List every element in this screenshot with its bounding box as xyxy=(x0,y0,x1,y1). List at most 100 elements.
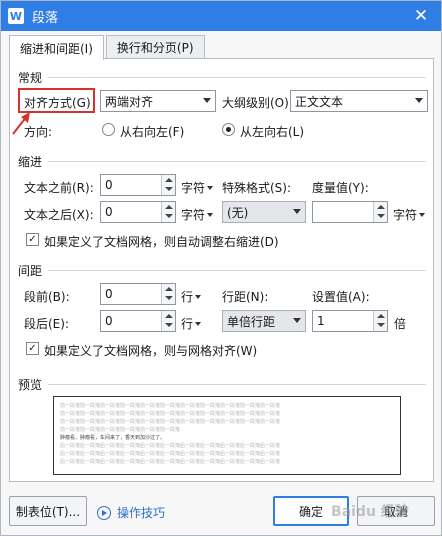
space-after-spinner[interactable]: 0 xyxy=(100,310,176,332)
outline-level-label: 大纲级别(O): xyxy=(222,96,293,110)
arrow-down-icon xyxy=(377,323,385,327)
spinner-buttons[interactable] xyxy=(161,202,175,222)
indent-after-unit[interactable]: 字符 xyxy=(181,206,214,223)
indent-after-label: 文本之后(X): xyxy=(24,208,94,222)
snap-to-grid-label: 如果定义了文档网格，则与网格对齐(W) xyxy=(44,344,258,358)
space-before-unit[interactable]: 行 xyxy=(181,288,202,305)
chevron-down-icon xyxy=(419,212,426,217)
line-spacing-label: 行距(N): xyxy=(222,290,269,304)
special-format-value: (无) xyxy=(227,205,249,220)
spinner-buttons[interactable] xyxy=(161,284,175,304)
paragraph-dialog: W 段落 ✕ 缩进和间距(I) 换行和分页(P) 常规 对齐方式(G) 两端对齐… xyxy=(0,0,442,536)
indent-divider xyxy=(48,161,426,162)
space-after-unit-text: 行 xyxy=(181,317,194,331)
ltr-radio[interactable] xyxy=(222,123,235,136)
spacing-divider xyxy=(48,270,426,271)
special-format-label: 特殊格式(S): xyxy=(222,181,292,195)
preview-pane: 前一段落前一段落前一段落前一段落前一段落前一段落前一段落前一段落前一段落前一段落… xyxy=(53,396,401,475)
preview-divider xyxy=(48,384,426,385)
direction-label: 方向: xyxy=(24,125,53,139)
arrow-down-icon xyxy=(165,296,173,300)
indent-before-label: 文本之前(R): xyxy=(24,181,94,195)
arrow-down-icon xyxy=(165,323,173,327)
indent-after-unit-text: 字符 xyxy=(181,208,206,222)
snap-to-grid-checkbox[interactable]: ✓ xyxy=(26,342,39,355)
space-before-value: 0 xyxy=(105,287,113,301)
space-before-label: 段前(B): xyxy=(24,290,70,304)
rtl-radio[interactable] xyxy=(102,123,115,136)
setting-value-spinner[interactable]: 1 xyxy=(312,310,388,332)
arrow-up-icon xyxy=(377,205,385,209)
indent-before-value: 0 xyxy=(105,178,113,192)
wps-writer-icon: W xyxy=(8,8,24,24)
chevron-down-icon xyxy=(203,98,211,103)
spinner-buttons[interactable] xyxy=(161,311,175,331)
arrow-down-icon xyxy=(165,187,173,191)
preview-next-line: 后一段落后一段落后一段落后一段落后一段落后一段落后一段落后一段落后一段落后一段落… xyxy=(60,443,281,449)
chevron-down-icon xyxy=(207,212,214,217)
arrow-down-icon xyxy=(377,214,385,218)
arrow-up-icon xyxy=(165,205,173,209)
setting-value-label: 设置值(A): xyxy=(312,290,370,304)
auto-adjust-indent-checkbox[interactable]: ✓ xyxy=(26,233,39,246)
indent-section-title: 缩进 xyxy=(18,155,43,169)
measure-spinner[interactable] xyxy=(312,201,388,223)
outline-level-value: 正文文本 xyxy=(295,94,344,109)
tab-panel: 常规 对齐方式(G) 两端对齐 大纲级别(O): 正文文本 方向: 从右向左(F… xyxy=(9,58,434,482)
space-before-unit-text: 行 xyxy=(181,290,194,304)
tab-indent-spacing[interactable]: 缩进和间距(I) xyxy=(9,35,104,60)
spacing-section-title: 间距 xyxy=(18,264,43,278)
arrow-down-icon xyxy=(165,214,173,218)
alignment-select-value: 两端对齐 xyxy=(105,94,154,109)
measure-unit-text: 字符 xyxy=(393,208,418,222)
close-icon: ✕ xyxy=(413,6,429,26)
indent-before-unit[interactable]: 字符 xyxy=(181,179,214,196)
tab-line-page-breaks[interactable]: 换行和分页(P) xyxy=(105,35,205,59)
special-format-select[interactable]: (无) xyxy=(222,201,306,223)
dialog-title: 段落 xyxy=(32,10,59,26)
indent-after-value: 0 xyxy=(105,205,113,219)
arrow-up-icon xyxy=(165,314,173,318)
tips-link-label: 操作技巧 xyxy=(117,506,166,520)
indent-after-spinner[interactable]: 0 xyxy=(100,201,176,223)
spinner-buttons[interactable] xyxy=(373,202,387,222)
preview-sample-line: 肿瘤看，肿瘤看，车间来了，香天到加沙过了。 xyxy=(60,435,166,441)
watermark: Baidu 经验 xyxy=(331,504,409,520)
spinner-buttons[interactable] xyxy=(161,175,175,195)
outline-level-select[interactable]: 正文文本 xyxy=(290,90,428,112)
space-before-spinner[interactable]: 0 xyxy=(100,283,176,305)
chevron-down-icon xyxy=(195,294,202,299)
tips-link[interactable]: 操作技巧 xyxy=(97,504,165,521)
arrow-up-icon xyxy=(165,178,173,182)
preview-section-title: 预览 xyxy=(18,378,43,392)
ltr-label: 从左向右(L) xyxy=(240,125,305,139)
tab-strip: 缩进和间距(I) 换行和分页(P) xyxy=(9,35,207,60)
play-circle-icon xyxy=(97,505,111,520)
general-section-title: 常规 xyxy=(18,71,43,85)
preview-prev-line: 前一段落前一段落前一段落前一段落前一段落前一段落前一段落前一段落前一段落前一段落… xyxy=(60,419,281,425)
arrow-up-icon xyxy=(165,287,173,291)
indent-before-unit-text: 字符 xyxy=(181,181,206,195)
measure-unit[interactable]: 字符 xyxy=(393,206,426,223)
close-button[interactable]: ✕ xyxy=(401,1,441,31)
preview-prev-line: 前一段落前一段落前一段落前一段落前一段落前一段落前一段落前一段落前一段落前一段落… xyxy=(60,411,281,417)
checkmark-icon: ✓ xyxy=(28,233,37,245)
rtl-label: 从右向左(F) xyxy=(120,125,185,139)
setting-value: 1 xyxy=(317,314,325,328)
preview-prev-line: 前一段落前一段落前一段落前一段落前一段落前一段落前一段落前一段落前一段落前一段落… xyxy=(60,403,281,409)
chevron-down-icon xyxy=(293,209,301,214)
tab-stops-button[interactable]: 制表位(T)... xyxy=(9,496,87,526)
spinner-buttons[interactable] xyxy=(373,311,387,331)
line-spacing-select[interactable]: 单倍行距 xyxy=(222,310,306,332)
indent-before-spinner[interactable]: 0 xyxy=(100,174,176,196)
measure-label: 度量值(Y): xyxy=(312,181,369,195)
chevron-down-icon xyxy=(207,185,214,190)
title-bar: W 段落 ✕ xyxy=(1,1,441,31)
preview-prev-line: 前一段落前一段落前一段落前一段落前一段落前一段落 xyxy=(60,427,181,433)
space-after-unit[interactable]: 行 xyxy=(181,315,202,332)
alignment-select[interactable]: 两端对齐 xyxy=(100,90,216,112)
checkmark-icon: ✓ xyxy=(28,342,37,354)
chevron-down-icon xyxy=(195,321,202,326)
setting-value-unit: 倍 xyxy=(394,317,407,331)
chevron-down-icon xyxy=(293,318,301,323)
